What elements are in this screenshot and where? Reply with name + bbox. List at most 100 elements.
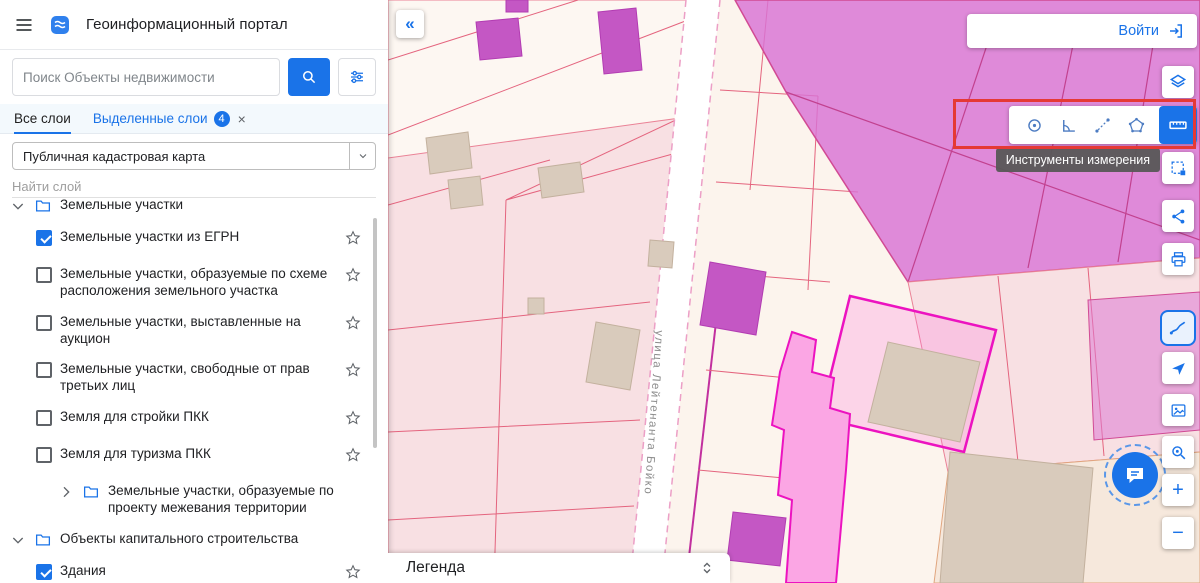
folder-icon [83, 486, 99, 498]
print-icon [1171, 251, 1185, 266]
print-button[interactable] [1162, 243, 1194, 275]
sidebar-collapse-button[interactable]: « [396, 10, 424, 38]
chat-button[interactable] [1112, 452, 1158, 498]
tab-selected-layers[interactable]: Выделенные слои 4 × [93, 104, 246, 133]
chevron-down-icon [359, 154, 366, 159]
legend-title: Легенда [406, 559, 465, 576]
search-location-button[interactable] [1162, 436, 1194, 468]
layer-filter-input[interactable] [12, 176, 376, 198]
layer-checkbox[interactable] [36, 266, 52, 283]
layer-row[interactable]: Земельные участки, образуемые по схеме р… [0, 259, 388, 307]
select-area-button[interactable] [1162, 152, 1194, 184]
layer-checkbox[interactable] [36, 447, 52, 463]
layer-star-button[interactable] [344, 409, 362, 432]
layer-group-row[interactable]: Объекты капитального строительства [0, 524, 388, 556]
tab-selected-layers-label: Выделенные слои [92, 111, 208, 126]
folder-icon [35, 534, 51, 546]
layer-checkbox[interactable] [36, 230, 52, 246]
search-location-icon [1171, 445, 1185, 459]
hamburger-icon [16, 18, 32, 31]
sidebar: Геоинформационный портал Все слои Выделе… [0, 0, 388, 583]
measure-angle-icon [1062, 119, 1075, 132]
folder-icon [35, 200, 51, 212]
zoom-in-button[interactable]: + [1162, 474, 1194, 506]
layer-row[interactable]: Здания [0, 556, 388, 583]
tab-all-layers-label: Все слои [14, 111, 71, 126]
layers-button[interactable] [1162, 66, 1194, 98]
screenshot-button[interactable] [1162, 394, 1194, 426]
layer-group-row[interactable]: Земельные участки [0, 198, 388, 222]
layer-row[interactable]: Земельные участки, выставленные на аукци… [0, 307, 388, 355]
navigation-button[interactable] [1162, 352, 1194, 384]
layer-star-button[interactable] [344, 361, 362, 384]
app-title: Геоинформационный портал [86, 16, 288, 33]
tab-all-layers[interactable]: Все слои [14, 104, 71, 134]
measure-point-button[interactable] [1017, 110, 1051, 140]
measure-point-icon [1027, 118, 1041, 132]
map-canvas[interactable]: улица Лейтенанта Бойко [388, 0, 1200, 583]
layer-star-button[interactable] [344, 266, 362, 289]
chevron-down-icon[interactable] [10, 532, 26, 548]
layer-tabs: Все слои Выделенные слои 4 × [0, 104, 388, 134]
geo-portal-app: Геоинформационный портал Все слои Выделе… [0, 0, 1200, 583]
layer-list: Земельные участки Земельные участки из ЕГ… [0, 198, 388, 583]
layer-label: Земельные участки из ЕГРН [60, 229, 240, 244]
search-input[interactable] [12, 58, 280, 96]
search-bar [0, 50, 388, 104]
layer-label: Земля для туризма ПКК [60, 446, 211, 461]
clear-selected-layers-button[interactable]: × [238, 111, 246, 127]
measure-toolbar [1009, 106, 1197, 144]
layer-row[interactable]: Земля для туризма ПКК [0, 439, 388, 476]
favorite-star-icon[interactable] [344, 361, 362, 379]
favorite-star-icon[interactable] [344, 266, 362, 284]
layer-row[interactable]: Земельные участки из ЕГРН [0, 222, 388, 259]
favorite-star-icon[interactable] [344, 314, 362, 332]
measure-area-button[interactable] [1119, 110, 1153, 140]
select-caret-button[interactable] [349, 143, 375, 169]
favorite-star-icon[interactable] [344, 409, 362, 427]
navigation-icon [1171, 362, 1185, 375]
layer-checkbox[interactable] [36, 563, 52, 580]
measure-distance-button[interactable] [1085, 110, 1119, 140]
selected-layers-badge: 4 [213, 110, 230, 127]
search-button[interactable] [288, 58, 330, 96]
base-layer-select-value: Публичная кадастровая карта [23, 148, 206, 164]
base-layer-select[interactable]: Публичная кадастровая карта [12, 142, 376, 170]
layer-group-row[interactable]: Земельные участки, образуемые по проекту… [0, 476, 388, 524]
layer-list-scrollbar[interactable] [373, 218, 377, 448]
legend-toggle-icon [703, 562, 711, 574]
measure-angle-button[interactable] [1051, 110, 1085, 140]
layer-row[interactable]: Земельные участки, свободные от прав тре… [0, 354, 388, 402]
login-icon [1170, 24, 1182, 38]
layer-star-button[interactable] [344, 446, 362, 469]
layer-row[interactable]: Земля для стройки ПКК [0, 402, 388, 439]
layer-checkbox[interactable] [36, 314, 52, 331]
legend-toggle-button[interactable] [698, 559, 716, 577]
chat-icon [1127, 468, 1143, 483]
favorite-star-icon[interactable] [344, 446, 362, 464]
layer-label: Земельные участки, выставленные на аукци… [60, 313, 301, 346]
measure-area-icon [1128, 117, 1144, 132]
measure-ruler-button[interactable] [1159, 106, 1197, 144]
layer-checkbox[interactable] [36, 362, 52, 379]
draw-tool-button[interactable] [1160, 310, 1196, 346]
menu-button[interactable] [14, 15, 34, 35]
layer-star-button[interactable] [344, 314, 362, 337]
chevron-down-icon[interactable] [10, 198, 26, 214]
layer-label: Объекты капитального строительства [60, 530, 299, 546]
search-icon [303, 71, 316, 84]
favorite-star-icon[interactable] [344, 229, 362, 247]
legend-panel[interactable]: Легенда [388, 553, 730, 583]
chevron-right-icon[interactable] [58, 484, 74, 500]
search-filters-button[interactable] [338, 58, 376, 96]
zoom-out-button[interactable]: − [1162, 517, 1194, 549]
favorite-star-icon[interactable] [344, 563, 362, 581]
share-button[interactable] [1162, 200, 1194, 232]
layer-filter [12, 176, 376, 198]
layer-star-button[interactable] [344, 229, 362, 252]
draw-icon [1169, 321, 1186, 335]
layer-star-button[interactable] [344, 563, 362, 583]
layer-checkbox[interactable] [36, 410, 52, 427]
login-button[interactable]: Войти [967, 14, 1197, 48]
layers-icon [1169, 74, 1187, 88]
